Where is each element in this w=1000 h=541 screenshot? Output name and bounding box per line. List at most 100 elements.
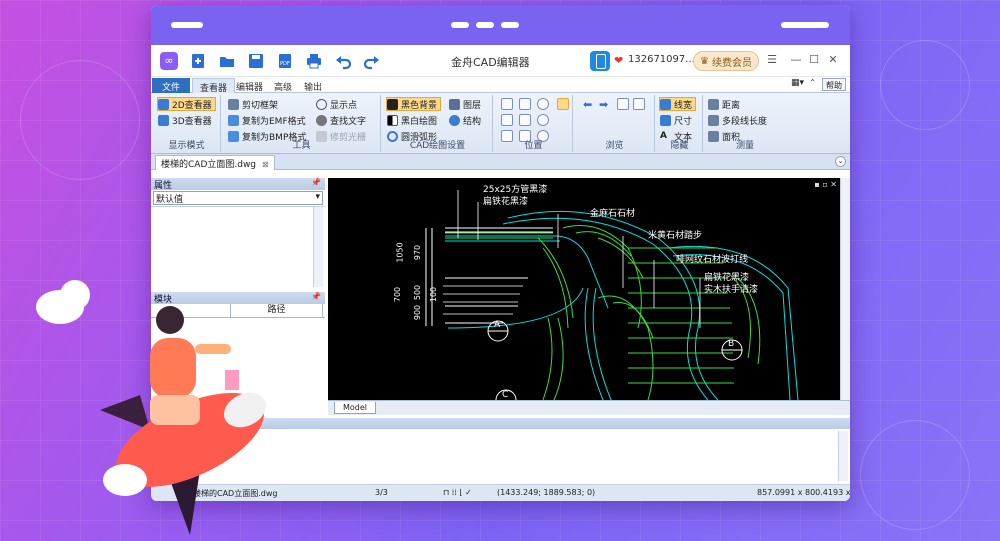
- snap-icons[interactable]: ⊓ ⁞⁞ ⌊ ✓: [443, 488, 472, 497]
- close-tab-icon[interactable]: ⊠: [262, 160, 269, 169]
- document-tab-bar: 楼梯的CAD立面图.dwg ⊠ ⌄: [151, 154, 850, 170]
- pdf-icon[interactable]: PDF: [276, 52, 294, 70]
- tab-output[interactable]: 输出: [297, 78, 329, 93]
- open-folder-icon[interactable]: [218, 52, 236, 70]
- pin-icon[interactable]: 📌: [311, 292, 321, 301]
- group-display-mode: 2D查看器 3D查看器 显示模式: [153, 95, 221, 152]
- find-text-button[interactable]: 查找文字: [316, 113, 366, 127]
- tab-list-icon[interactable]: ⌄: [835, 156, 846, 167]
- viewport-window-controls[interactable]: ▪ ▫ ✕: [814, 180, 837, 189]
- new-file-icon[interactable]: [189, 52, 207, 70]
- line-width-label: 线宽: [674, 100, 693, 111]
- properties-combo[interactable]: 默认值: [153, 191, 323, 205]
- save-icon[interactable]: [247, 52, 265, 70]
- 3d-viewer-label: 3D查看器: [172, 116, 212, 127]
- cad-label: 米黄石材踏步: [648, 231, 703, 241]
- pin-icon[interactable]: 📌: [311, 178, 321, 187]
- group-measure: 距离 多段线长度 面积 测量: [705, 95, 785, 152]
- polyline-length-button[interactable]: 多段线长度: [708, 113, 767, 127]
- app-title: 金舟CAD编辑器: [451, 56, 530, 69]
- dimension-icon: [660, 114, 671, 126]
- undo-icon[interactable]: [334, 52, 352, 70]
- cad-label: 金麻石石材: [590, 209, 636, 219]
- back-arrow-icon[interactable]: ⬅: [583, 98, 592, 111]
- command-scrollbar[interactable]: [838, 431, 848, 481]
- vip-diamond-icon: ❤: [614, 54, 624, 67]
- browse-folder-icon[interactable]: [633, 98, 645, 110]
- redo-icon[interactable]: [363, 52, 381, 70]
- minimize-icon[interactable]: —: [789, 52, 803, 66]
- group-cad-settings: 黑色背景 黑白绘图 圆滑弧形 图层 结构 CAD绘图设置: [383, 95, 493, 152]
- tab-advanced[interactable]: 高级: [267, 78, 299, 93]
- black-bg-label: 黑色背景: [401, 100, 438, 111]
- 3d-viewer-button[interactable]: 3D查看器: [158, 113, 212, 127]
- zoom-in-icon[interactable]: [537, 98, 549, 110]
- dimension-label: 500: [413, 284, 423, 301]
- user-id[interactable]: 132671097...: [628, 54, 695, 65]
- document-tab[interactable]: 楼梯的CAD立面图.dwg ⊠: [155, 155, 275, 170]
- line-width-button[interactable]: 线宽: [659, 97, 697, 111]
- menu-icon[interactable]: ☰: [765, 52, 779, 66]
- ribbon: 2D查看器 3D查看器 显示模式 剪切框架 复制为EMF格式 复制为BMP格式 …: [151, 93, 850, 154]
- distance-label: 距离: [722, 100, 741, 111]
- bw-label: 黑白绘图: [401, 116, 438, 127]
- clip-frame-button[interactable]: 剪切框架: [228, 97, 278, 111]
- forward-arrow-icon[interactable]: ➡: [599, 98, 608, 111]
- 2d-viewer-button[interactable]: 2D查看器: [157, 97, 216, 111]
- clip-icon: [228, 98, 239, 110]
- show-points-label: 显示点: [330, 100, 358, 111]
- pan-hand-icon[interactable]: [557, 98, 569, 110]
- tab-editor[interactable]: 编辑器: [229, 78, 270, 93]
- section-marker: C: [502, 390, 509, 400]
- distance-button[interactable]: 距离: [708, 97, 740, 111]
- structure-button[interactable]: 结构: [449, 113, 481, 127]
- dimension-label: 900: [413, 304, 423, 321]
- zoom-window-icon[interactable]: [501, 98, 513, 110]
- maximize-icon[interactable]: ☐: [807, 52, 821, 66]
- find-text-icon: [316, 114, 327, 126]
- model-tab[interactable]: Model: [334, 402, 377, 414]
- bw-drawing-button[interactable]: 黑白绘图: [387, 113, 437, 127]
- window-decoration-bar: [151, 5, 850, 45]
- viewport-vertical-scrollbar[interactable]: [840, 178, 850, 400]
- mobile-icon[interactable]: [590, 51, 610, 71]
- show-points-button[interactable]: 显示点: [316, 97, 357, 111]
- cad-viewport[interactable]: 25x25方管黑漆 扁铁花黑漆 金麻石石材 米黄石材踏步 啡网纹石材波打线 扁铁…: [328, 178, 840, 400]
- zoom-prev-icon[interactable]: [519, 98, 531, 110]
- options-dropdown-icon[interactable]: ▦▾: [791, 78, 804, 88]
- dimension-button[interactable]: 尺寸: [660, 113, 692, 127]
- cad-drawing[interactable]: [328, 178, 840, 400]
- black-background-button[interactable]: 黑色背景: [386, 97, 442, 111]
- dimension-label: 970: [413, 244, 423, 261]
- decoration-pill: [476, 22, 494, 28]
- properties-panel-header: 属性 📌: [151, 178, 325, 191]
- layers-button[interactable]: 图层: [449, 97, 481, 111]
- status-coordinates: (1433.249; 1889.583; 0): [497, 488, 596, 497]
- rocket-mascot-illustration: [100, 306, 267, 535]
- help-button[interactable]: 帮助: [822, 78, 846, 91]
- group-label: 测量: [735, 141, 754, 151]
- close-icon[interactable]: ✕: [826, 52, 840, 66]
- fit-window-icon[interactable]: [519, 114, 531, 126]
- background-decoration: [20, 60, 140, 180]
- layers-icon: [449, 98, 460, 110]
- renew-membership-button[interactable]: ♛ 续费会员: [693, 51, 759, 71]
- renew-label: 续费会员: [711, 57, 752, 69]
- fit-extents-icon[interactable]: [501, 114, 513, 126]
- clip-frame-label: 剪切框架: [242, 100, 279, 111]
- status-page: 3/3: [375, 488, 388, 497]
- copy-emf-button[interactable]: 复制为EMF格式: [228, 113, 306, 127]
- tab-file[interactable]: 文件: [152, 78, 190, 93]
- group-label: 显示模式: [168, 141, 205, 151]
- zoom-out-icon[interactable]: [537, 114, 549, 126]
- viewport-horizontal-scrollbar[interactable]: Model: [328, 400, 850, 415]
- collapse-ribbon-icon[interactable]: ⌃: [809, 78, 816, 87]
- properties-scrollbar[interactable]: [313, 207, 323, 287]
- group-label: CAD绘图设置: [409, 141, 466, 151]
- refresh-icon[interactable]: [617, 98, 629, 110]
- print-icon[interactable]: [305, 52, 323, 70]
- dimension-label: 尺寸: [674, 116, 693, 127]
- find-text-label: 查找文字: [330, 116, 367, 127]
- svg-text:PDF: PDF: [280, 61, 290, 67]
- group-label: 工具: [292, 141, 311, 151]
